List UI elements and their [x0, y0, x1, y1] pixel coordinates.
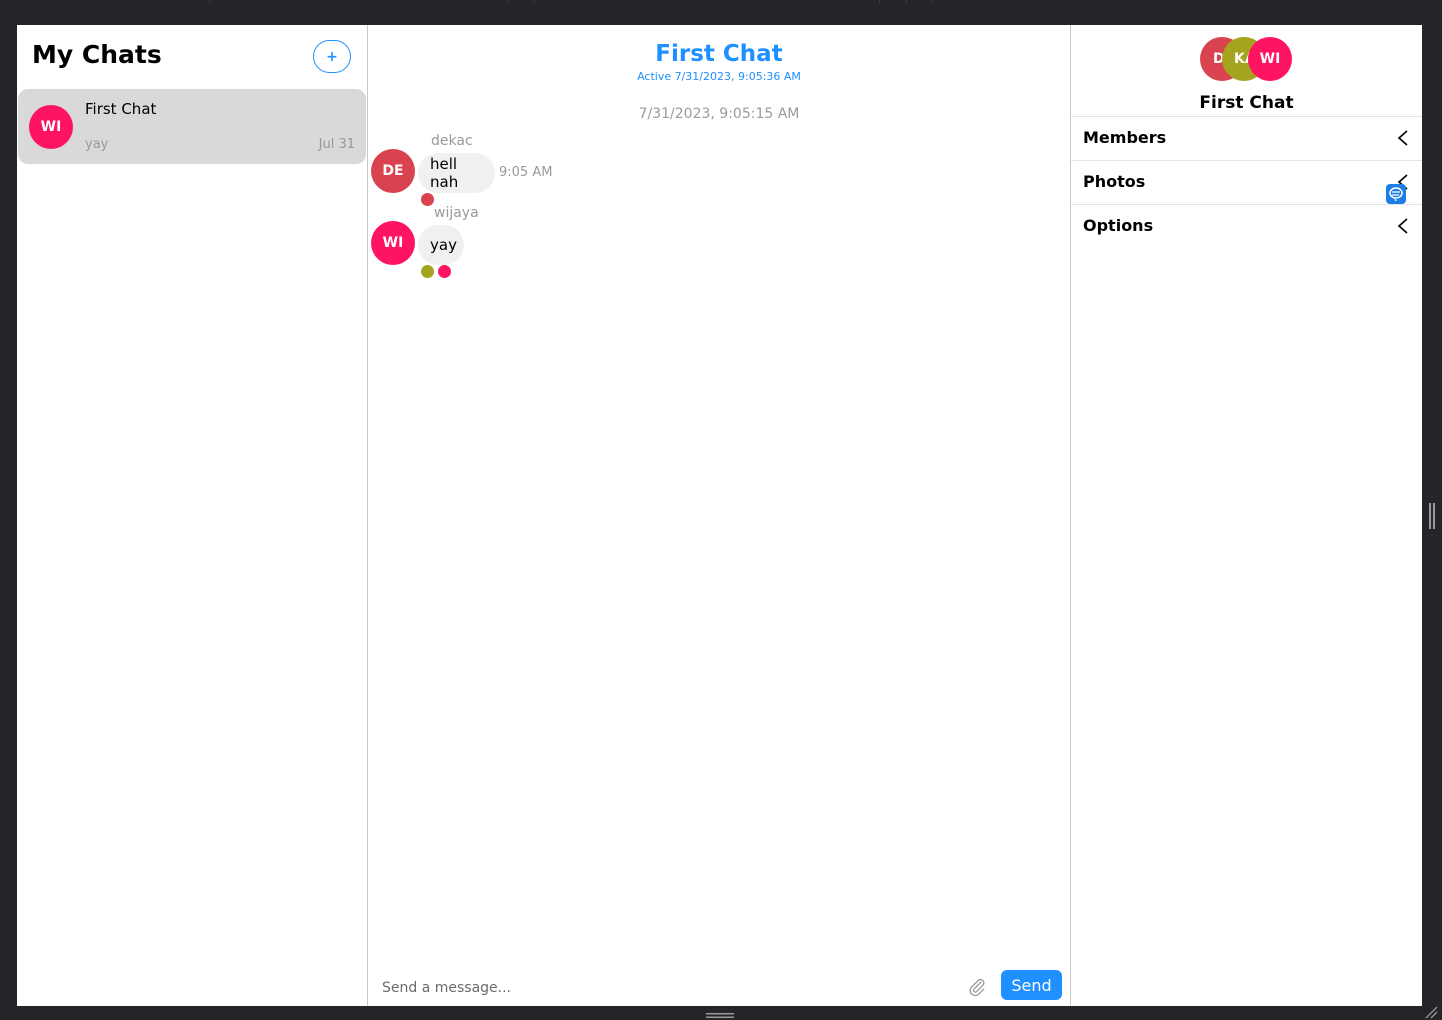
chat-list-title: My Chats	[32, 40, 162, 69]
chat-list-item[interactable]: WI First Chat yay Jul 31	[18, 89, 366, 164]
message-sender-name: dekac	[431, 133, 473, 149]
avatar: WI	[371, 221, 415, 265]
chat-settings-panel: D KA WI First Chat Members Photos Option…	[1071, 25, 1422, 1006]
extension-icon[interactable]	[1386, 184, 1406, 204]
chat-app: My Chats + WI First Chat yay Jul 31 Firs…	[17, 25, 1422, 1006]
send-button[interactable]: Send	[1001, 970, 1062, 1000]
resize-handle-icon[interactable]	[1429, 503, 1435, 529]
paperclip-icon[interactable]	[967, 977, 987, 997]
chat-activity-status: Active 7/31/2023, 9:05:36 AM	[637, 70, 801, 83]
read-receipt-dot	[438, 265, 451, 278]
corner-resize-icon[interactable]	[1424, 1005, 1438, 1019]
new-chat-button[interactable]: +	[313, 40, 351, 73]
chat-feed-panel: First Chat Active 7/31/2023, 9:05:36 AM …	[368, 25, 1071, 1006]
avatar: DE	[371, 149, 415, 193]
read-receipt-dot	[421, 265, 434, 278]
chevron-left-icon	[1397, 130, 1408, 146]
message-bubble: hell nah	[418, 153, 495, 193]
chat-list-panel: My Chats + WI First Chat yay Jul 31	[17, 25, 368, 1006]
settings-section-members[interactable]: Members	[1071, 116, 1422, 160]
chat-title: First Chat	[655, 41, 783, 67]
settings-section-options[interactable]: Options	[1071, 204, 1422, 248]
chat-item-date: Jul 31	[318, 137, 355, 152]
section-label: Members	[1083, 128, 1167, 147]
avatar: WI	[1248, 37, 1292, 81]
chevron-left-icon	[1397, 218, 1408, 234]
message-input[interactable]	[380, 974, 944, 1002]
window-top-bar	[0, 0, 1442, 25]
read-receipt-dot	[421, 193, 434, 206]
avatar: WI	[29, 105, 73, 149]
bottom-drag-handle-icon[interactable]	[706, 1013, 734, 1018]
message-sender-name: wijaya	[434, 205, 479, 221]
section-label: Photos	[1083, 172, 1146, 191]
chat-item-title: First Chat	[85, 100, 157, 118]
message-bubble: yay	[418, 225, 464, 265]
feed-timestamp: 7/31/2023, 9:05:15 AM	[638, 106, 800, 122]
settings-chat-title: First Chat	[1199, 93, 1294, 113]
settings-section-photos[interactable]: Photos	[1071, 160, 1422, 204]
chat-item-last-message: yay	[85, 137, 109, 152]
message-time: 9:05 AM	[499, 165, 553, 180]
message-composer: Send	[368, 966, 1070, 1006]
section-label: Options	[1083, 216, 1154, 235]
